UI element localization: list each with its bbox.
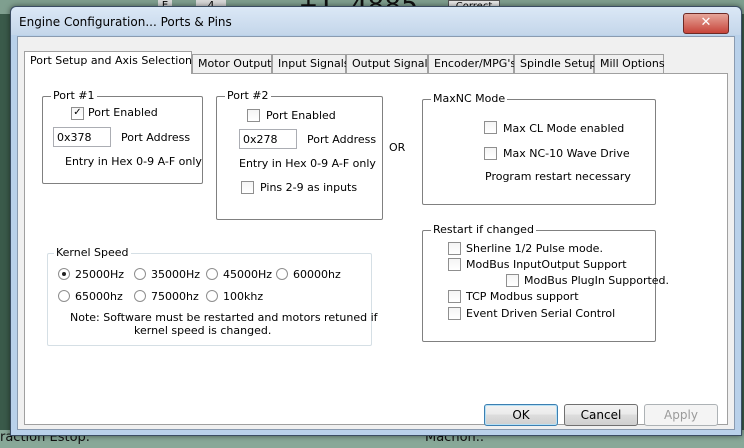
max-cl-checkbox[interactable]	[484, 121, 497, 134]
engine-configuration-dialog: Engine Configuration... Ports & Pins ✕ P…	[10, 6, 742, 436]
title-bar[interactable]: Engine Configuration... Ports & Pins ✕	[11, 7, 741, 35]
radio-35000hz-label: 35000Hz	[151, 268, 201, 281]
tcp-modbus-checkbox[interactable]	[448, 290, 461, 303]
port2-group: Port #2 Port Enabled 0x278 Port Address …	[216, 89, 383, 220]
radio-65000hz-label: 65000hz	[75, 290, 123, 303]
port2-hint: Entry in Hex 0-9 A-F only	[239, 157, 376, 170]
tab-spindle-setup[interactable]: Spindle Setup	[514, 54, 596, 73]
tab-input-signals[interactable]: Input Signals	[272, 54, 350, 73]
port1-hint: Entry in Hex 0-9 A-F only	[65, 155, 202, 168]
max-nc10-label: Max NC-10 Wave Drive	[503, 147, 630, 160]
max-nc10-checkbox[interactable]	[484, 147, 497, 160]
event-serial-label: Event Driven Serial Control	[466, 307, 616, 320]
event-serial-checkbox[interactable]	[448, 307, 461, 320]
radio-45000hz[interactable]	[206, 268, 218, 280]
port1-enabled-checkbox[interactable]: ✓	[71, 107, 84, 120]
tab-mill-options[interactable]: Mill Options	[594, 54, 665, 73]
port-setup-page: Port #1 ✓ Port Enabled 0x378 Port Addres…	[24, 73, 728, 425]
ok-button[interactable]: OK	[484, 404, 558, 426]
radio-75000hz-label: 75000hz	[151, 290, 199, 303]
kernel-title: Kernel Speed	[54, 246, 131, 260]
port2-title: Port #2	[225, 89, 271, 103]
radio-45000hz-label: 45000Hz	[223, 268, 273, 281]
port2-enabled-checkbox[interactable]	[247, 109, 260, 122]
kernel-note-line2: kernel speed is changed.	[134, 324, 272, 337]
close-icon: ✕	[700, 15, 712, 30]
radio-25000hz-label: 25000Hz	[75, 268, 125, 281]
port1-address-input[interactable]: 0x378	[53, 127, 111, 147]
radio-25000hz[interactable]	[58, 268, 70, 280]
radio-100khz[interactable]	[206, 290, 218, 302]
maxnc-note: Program restart necessary	[485, 170, 631, 183]
maxnc-group: MaxNC Mode Max CL Mode enabled Max NC-10…	[422, 92, 656, 205]
max-cl-label: Max CL Mode enabled	[503, 122, 625, 135]
port2-address-input[interactable]: 0x278	[239, 129, 297, 149]
port1-title: Port #1	[51, 89, 97, 103]
tab-motor-outputs[interactable]: Motor Outputs	[192, 54, 277, 73]
radio-60000hz[interactable]	[276, 268, 288, 280]
sherline-label: Sherline 1/2 Pulse mode.	[466, 242, 603, 255]
dialog-client-area: Port Setup and Axis Selection Motor Outp…	[17, 36, 735, 430]
tab-port-setup[interactable]: Port Setup and Axis Selection	[24, 51, 192, 74]
modbus-io-label: ModBus InputOutput Support	[466, 258, 627, 271]
tab-encoder-mpg[interactable]: Encoder/MPG's	[428, 54, 516, 73]
pins-inputs-checkbox[interactable]	[241, 181, 254, 194]
port1-enabled-label: Port Enabled	[88, 106, 158, 119]
dialog-title: Engine Configuration... Ports & Pins	[19, 15, 232, 29]
modbus-io-checkbox[interactable]	[448, 258, 461, 271]
apply-button[interactable]: Apply	[644, 404, 718, 426]
cancel-button[interactable]: Cancel	[564, 404, 638, 426]
close-button[interactable]: ✕	[683, 13, 729, 34]
kernel-speed-group: Kernel Speed 25000Hz 35000Hz 45000Hz 600…	[47, 246, 378, 346]
kernel-note-line1: Note: Software must be restarted and mot…	[70, 311, 378, 324]
port2-address-label: Port Address	[307, 133, 377, 146]
radio-75000hz[interactable]	[134, 290, 146, 302]
sherline-checkbox[interactable]	[448, 242, 461, 255]
modbus-plugin-checkbox[interactable]	[506, 274, 519, 287]
port1-address-label: Port Address	[121, 131, 191, 144]
port1-group: Port #1 ✓ Port Enabled 0x378 Port Addres…	[42, 89, 203, 184]
tcp-modbus-label: TCP Modbus support	[466, 290, 579, 303]
modbus-plugin-label: ModBus PlugIn Supported.	[524, 274, 670, 287]
radio-65000hz[interactable]	[58, 290, 70, 302]
restart-title: Restart if changed	[431, 223, 536, 237]
pins-inputs-label: Pins 2-9 as inputs	[260, 181, 358, 194]
port2-enabled-label: Port Enabled	[266, 109, 336, 122]
tab-output-signals[interactable]: Output Signals	[346, 54, 433, 73]
radio-35000hz[interactable]	[134, 268, 146, 280]
maxnc-title: MaxNC Mode	[431, 92, 508, 106]
restart-group: Restart if changed Sherline 1/2 Pulse mo…	[422, 223, 669, 342]
or-label: OR	[389, 141, 406, 154]
radio-60000hz-label: 60000hz	[293, 268, 341, 281]
radio-100khz-label: 100khz	[223, 290, 264, 303]
